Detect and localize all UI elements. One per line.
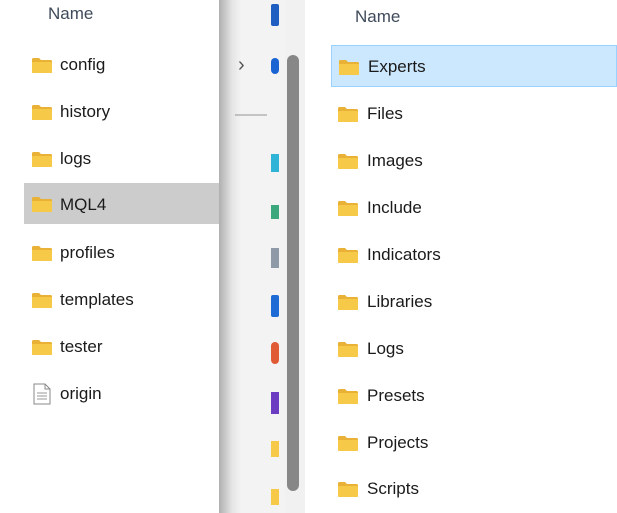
list-item-label: templates: [60, 290, 134, 309]
list-item-label: Experts: [368, 57, 426, 76]
folder-icon: [337, 247, 359, 269]
nav-item-icon[interactable]: [271, 205, 279, 219]
list-item-label: history: [60, 102, 111, 121]
nav-item-icon[interactable]: [271, 4, 279, 26]
folder-icon: [31, 104, 53, 126]
folder-icon: [337, 200, 359, 222]
list-item-label: Libraries: [367, 292, 433, 311]
folder-icon: [31, 339, 53, 361]
list-item-label: logs: [60, 149, 92, 168]
list-item-libraries[interactable]: Libraries: [331, 281, 617, 323]
folder-icon[interactable]: [271, 489, 279, 505]
list-item-mql4[interactable]: MQL4: [24, 183, 219, 224]
list-item-label: origin: [60, 384, 102, 403]
list-item-templates[interactable]: templates: [24, 280, 219, 320]
list-item-experts[interactable]: Experts: [331, 45, 617, 87]
nav-item-icon[interactable]: [271, 154, 279, 172]
folder-icon: [337, 435, 359, 457]
list-item-history[interactable]: history: [24, 92, 219, 132]
list-item-logs[interactable]: logs: [24, 139, 219, 179]
list-item-indicators[interactable]: Indicators: [331, 234, 617, 276]
folder-icon: [337, 294, 359, 316]
nav-item-icon[interactable]: [271, 295, 279, 317]
list-item-label: profiles: [60, 243, 115, 262]
folder-icon: [31, 245, 53, 267]
list-item-label: Logs: [367, 339, 404, 358]
left-file-list: Name config history logs MQL4 profiles t…: [0, 0, 219, 513]
scrollbar-thumb[interactable]: [287, 55, 299, 491]
folder-icon: [337, 341, 359, 363]
list-item-label: Scripts: [367, 479, 419, 498]
folder-icon: [337, 481, 359, 503]
list-item-projects[interactable]: Projects: [331, 422, 617, 464]
list-item-presets[interactable]: Presets: [331, 375, 617, 417]
nav-item-icon[interactable]: [271, 392, 279, 414]
folder-icon: [31, 196, 53, 218]
folder-icon: [31, 292, 53, 314]
list-item-logs[interactable]: Logs: [331, 328, 617, 370]
list-item-label: tester: [60, 337, 103, 356]
name-column-header[interactable]: Name: [48, 4, 93, 24]
folder-icon: [31, 151, 53, 173]
nav-item-icon[interactable]: [271, 58, 279, 74]
list-item-label: Presets: [367, 386, 425, 405]
window-shadow: [219, 0, 241, 513]
folder-icon: [337, 388, 359, 410]
nav-item-icon[interactable]: [271, 248, 279, 268]
list-item-label: Files: [367, 104, 403, 123]
list-item-images[interactable]: Images: [331, 140, 617, 182]
nav-item-icon[interactable]: [271, 342, 279, 364]
list-item-label: config: [60, 55, 106, 74]
list-item-config[interactable]: config: [24, 45, 219, 85]
folder-icon: [337, 106, 359, 128]
folder-icon: [31, 57, 53, 79]
list-item-label: Include: [367, 198, 422, 217]
list-item-files[interactable]: Files: [331, 93, 617, 135]
list-item-profiles[interactable]: profiles: [24, 233, 219, 273]
folder-icon: [337, 153, 359, 175]
list-item-tester[interactable]: tester: [24, 327, 219, 367]
folder-icon: [338, 59, 360, 81]
list-item-label: Indicators: [367, 245, 441, 264]
folder-icon[interactable]: [271, 441, 279, 457]
list-item-scripts[interactable]: Scripts: [331, 468, 617, 510]
list-item-label: MQL4: [60, 195, 107, 214]
list-item-include[interactable]: Include: [331, 187, 617, 229]
list-item-label: Images: [367, 151, 423, 170]
name-column-header[interactable]: Name: [355, 7, 400, 27]
list-item-label: Projects: [367, 433, 429, 452]
file-icon: [33, 383, 51, 410]
list-item-origin[interactable]: origin: [24, 374, 219, 414]
sort-arrow-icon: ^: [548, 0, 555, 7]
